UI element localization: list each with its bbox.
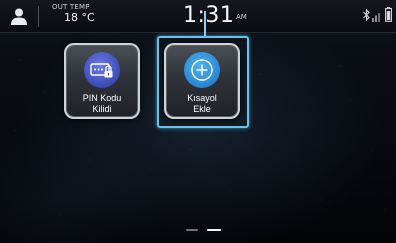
outside-temp-value: 18 °C — [64, 11, 95, 24]
user-profile-icon[interactable] — [9, 6, 29, 26]
focus-highlight — [157, 36, 249, 128]
clock-am-pm: AM — [236, 13, 247, 21]
page-indicator-1[interactable] — [186, 229, 198, 231]
outside-temp-label: OUT TEMP — [52, 3, 90, 11]
tile-label-line1: PIN Kodu — [82, 93, 122, 103]
tile-icon-circle — [84, 52, 120, 88]
focus-connector-line — [204, 11, 206, 36]
keypad-lock-icon — [90, 63, 113, 78]
status-divider — [38, 6, 39, 27]
clock-time: 1:31 — [183, 3, 235, 28]
bluetooth-icon — [363, 8, 370, 22]
status-bar: OUT TEMP 18 °C 1:31 AM — [0, 0, 396, 33]
tile-label-line2: Kilidi — [92, 104, 112, 114]
battery-icon — [385, 7, 392, 22]
signal-strength-icon — [372, 13, 380, 22]
home-screen: OUT TEMP 18 °C 1:31 AM PIN Kodu Kilidi K… — [0, 0, 396, 243]
pin-code-lock-tile[interactable]: PIN Kodu Kilidi — [64, 43, 140, 119]
page-indicator-2-active[interactable] — [207, 229, 221, 231]
